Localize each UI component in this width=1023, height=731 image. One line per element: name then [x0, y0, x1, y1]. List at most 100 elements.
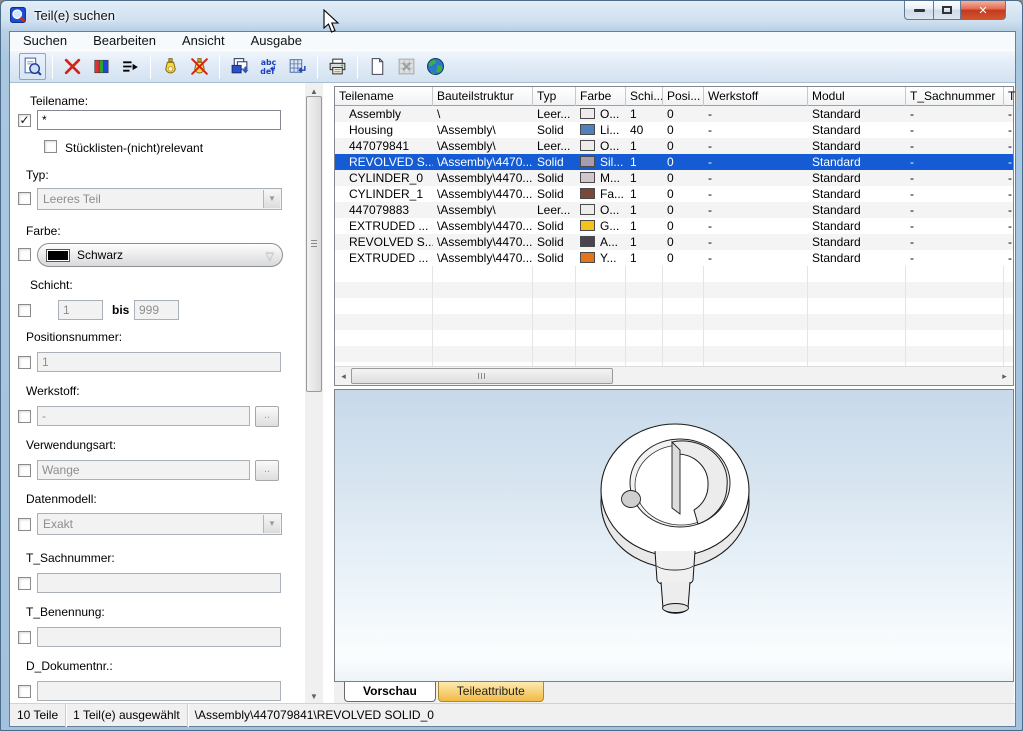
title-bar[interactable]: Teil(e) suchen ✕ — [1, 1, 1022, 31]
verwendungsart-browse-button: .. — [255, 460, 279, 481]
menu-bar: Suchen Bearbeiten Ansicht Ausgabe — [10, 32, 1015, 50]
column-header-typ[interactable]: Typ — [533, 87, 576, 106]
menu-bearbeiten[interactable]: Bearbeiten — [80, 32, 169, 50]
cell-bauteilstruktur: \Assembly\4470... — [433, 218, 533, 234]
rename-button[interactable]: abc def — [255, 53, 282, 80]
datenmodell-checkbox[interactable] — [18, 518, 31, 531]
farbe-checkbox[interactable] — [18, 248, 31, 261]
cell-bauteilstruktur: \Assembly\4470... — [433, 170, 533, 186]
list-export-button[interactable] — [117, 53, 144, 80]
cell-werkstoff: - — [704, 138, 808, 154]
scroll-left-arrow-icon[interactable]: ◂ — [335, 367, 352, 385]
table-row[interactable]: Assembly\Leer...O...10-Standard-- — [335, 106, 1013, 122]
table-row[interactable]: 447079883\Assembly\Leer...O...10-Standar… — [335, 202, 1013, 218]
part-3d-render — [335, 390, 1013, 681]
table-horizontal-scrollbar[interactable]: ◂ ▸ — [335, 366, 1013, 385]
column-header-werkstoff[interactable]: Werkstoff — [704, 87, 808, 106]
farbe-combobox[interactable]: Schwarz ▽ — [37, 243, 283, 267]
print-button[interactable] — [324, 53, 351, 80]
maximize-button[interactable] — [933, 1, 961, 20]
scroll-right-arrow-icon[interactable]: ▸ — [996, 367, 1013, 385]
t-sachnummer-label: T_Sachnummer: — [26, 551, 115, 565]
cell-modul: Standard — [808, 138, 906, 154]
teilename-checkbox[interactable] — [18, 114, 31, 127]
d-dokumentnr-checkbox[interactable] — [18, 685, 31, 698]
table-row[interactable]: EXTRUDED ...\Assembly\4470...SolidG...10… — [335, 218, 1013, 234]
vertical-scroll-thumb[interactable] — [306, 96, 322, 392]
menu-suchen[interactable]: Suchen — [10, 32, 80, 50]
cell-farbe: Fa... — [576, 186, 626, 202]
table-row[interactable]: CYLINDER_1\Assembly\4470...SolidFa...10-… — [335, 186, 1013, 202]
grid-table-icon — [287, 56, 308, 77]
column-header-schi-[interactable]: Schi... — [626, 87, 663, 106]
menu-ausgabe[interactable]: Ausgabe — [238, 32, 315, 50]
minimize-button[interactable] — [904, 1, 933, 20]
delete-button[interactable] — [59, 53, 86, 80]
cell-schicht: 1 — [626, 106, 663, 122]
globe-icon — [425, 56, 446, 77]
positionsnummer-checkbox[interactable] — [18, 356, 31, 369]
farbe-value: Schwarz — [77, 248, 123, 262]
cell-farbe: A... — [576, 234, 626, 250]
table-row[interactable]: REVOLVED S...\Assembly\4470...SolidSil..… — [335, 154, 1013, 170]
document-button[interactable] — [364, 53, 391, 80]
tab-vorschau[interactable]: Vorschau — [344, 682, 436, 702]
t-benennung-checkbox[interactable] — [18, 631, 31, 644]
cell-bauteilstruktur: \Assembly\4470... — [433, 154, 533, 170]
cell-typ: Solid — [533, 234, 576, 250]
t-sachnummer-checkbox[interactable] — [18, 577, 31, 590]
menu-ansicht[interactable]: Ansicht — [169, 32, 238, 50]
column-header-posi-[interactable]: Posi... — [663, 87, 704, 106]
lamp-crossed-icon — [189, 56, 210, 77]
column-header-modul[interactable]: Modul — [808, 87, 906, 106]
column-header-t[interactable]: T — [1004, 87, 1017, 106]
stuecklisten-label: Stücklisten-(nicht)relevant — [65, 141, 203, 155]
search-parts-button[interactable] — [19, 53, 46, 80]
table-header-row: TeilenameBauteilstrukturTypFarbeSchi...P… — [335, 87, 1013, 106]
cell-modul: Standard — [808, 234, 906, 250]
bis-label: bis — [112, 303, 129, 317]
preview-3d-canvas — [334, 389, 1014, 682]
verwendungsart-checkbox[interactable] — [18, 464, 31, 477]
teilename-input[interactable] — [37, 110, 281, 130]
table-row[interactable]: CYLINDER_0\Assembly\4470...SolidM...10-S… — [335, 170, 1013, 186]
schicht-bis-input — [134, 300, 179, 320]
horizontal-scroll-thumb[interactable] — [351, 368, 613, 384]
cell-teilename: Assembly — [335, 106, 433, 122]
table-insert-button[interactable] — [284, 53, 311, 80]
werkstoff-checkbox[interactable] — [18, 410, 31, 423]
colors-button[interactable] — [88, 53, 115, 80]
column-header-teilename[interactable]: Teilename — [335, 87, 433, 106]
cell-typ: Solid — [533, 218, 576, 234]
cell-farbe: O... — [576, 106, 626, 122]
globe-button[interactable] — [422, 53, 449, 80]
table-row[interactable]: 447079841\Assembly\Leer...O...10-Standar… — [335, 138, 1013, 154]
table-row[interactable]: Housing\Assembly\SolidLi...400-Standard-… — [335, 122, 1013, 138]
schicht-checkbox[interactable] — [18, 304, 31, 317]
search-form-panel: Teilename: Stücklisten-(nicht)relevant T… — [10, 83, 305, 705]
lamp-button[interactable] — [157, 53, 184, 80]
cell-schicht: 1 — [626, 250, 663, 266]
black-color-swatch — [46, 249, 70, 262]
cell-farbe: Sil... — [576, 154, 626, 170]
column-header-t-sachnummer[interactable]: T_Sachnummer — [906, 87, 1004, 106]
lamp-delete-button[interactable] — [186, 53, 213, 80]
cell-posi: 0 — [663, 218, 704, 234]
tab-teileattribute[interactable]: Teileattribute — [438, 682, 544, 702]
stuecklisten-checkbox[interactable] — [44, 140, 57, 153]
typ-checkbox[interactable] — [18, 192, 31, 205]
cell-bauteilstruktur: \ — [433, 106, 533, 122]
cell-werkstoff: - — [704, 218, 808, 234]
cell-schicht: 1 — [626, 138, 663, 154]
cell-teilename: REVOLVED S... — [335, 154, 433, 170]
cell-werkstoff: - — [704, 234, 808, 250]
results-table: TeilenameBauteilstrukturTypFarbeSchi...P… — [334, 86, 1014, 386]
column-header-farbe[interactable]: Farbe — [576, 87, 626, 106]
color-swatch — [580, 220, 595, 231]
form-vertical-scrollbar[interactable]: ▲ ▼ — [305, 83, 323, 705]
cascade-button[interactable] — [226, 53, 253, 80]
table-row[interactable]: EXTRUDED ...\Assembly\4470...SolidY...10… — [335, 250, 1013, 266]
table-row[interactable]: REVOLVED S...\Assembly\4470...SolidA...1… — [335, 234, 1013, 250]
close-button[interactable]: ✕ — [961, 1, 1006, 20]
column-header-bauteilstruktur[interactable]: Bauteilstruktur — [433, 87, 533, 106]
